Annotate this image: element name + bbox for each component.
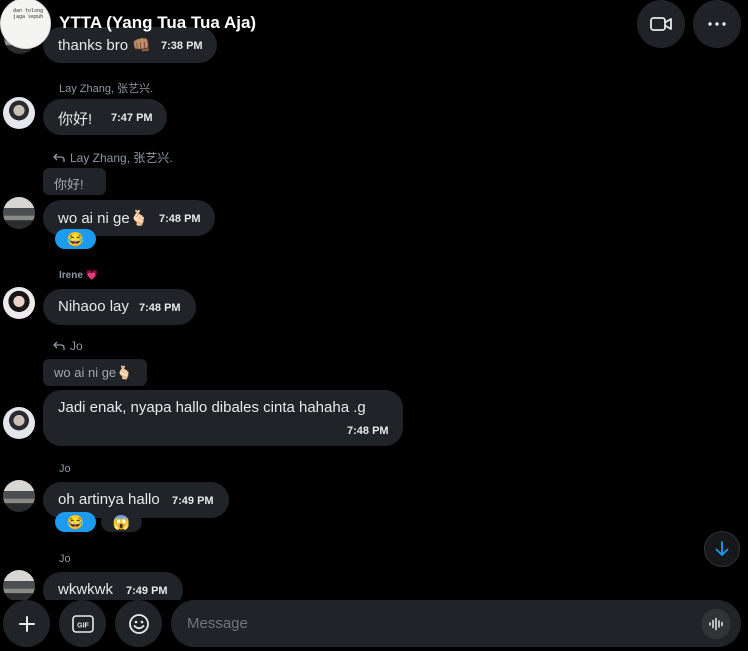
message-text: wo ai ni ge🫰🏻 [58,210,149,227]
message-bubble[interactable]: 你好! 7:47 PM [43,99,167,135]
reply-indicator: Lay Zhang, 张艺兴. [53,149,173,166]
message-time: 7:48 PM [159,213,201,225]
sender-name: Irene 💗 [59,270,99,281]
avatar[interactable] [3,287,35,319]
reply-arrow-icon [53,153,65,163]
message-bubble[interactable]: wkwkwk 7:49 PM [43,572,183,600]
reaction-badge[interactable]: 😂 [55,229,96,249]
reply-to-name: Lay Zhang, 张艺兴. [70,151,173,165]
message-bubble[interactable]: Jadi enak, nyapa hallo dibales cinta hah… [43,390,403,446]
video-call-button[interactable] [637,0,685,48]
message-time: 7:49 PM [126,585,168,597]
arrow-down-icon [715,541,729,557]
message-text: wkwkwk [58,581,113,598]
quoted-message[interactable]: 你好! [43,168,106,195]
plus-icon [18,615,36,633]
message-text: oh artinya hallo [58,491,160,508]
voice-waveform-icon [709,617,723,631]
emoji-icon [128,613,150,635]
sender-name: Jo [59,463,71,475]
avatar[interactable] [3,197,35,229]
reply-indicator: Jo [53,339,83,353]
emoji-button[interactable] [115,600,162,647]
message-text: 你好! [58,111,93,128]
message-text: Nihaoo lay [58,298,129,315]
message-time: 7:48 PM [139,302,181,314]
message-input[interactable] [187,600,687,647]
avatar[interactable] [3,480,35,512]
sender-name: Lay Zhang, 张艺兴. [59,83,154,95]
laughing-emoji: 😂 [66,230,85,247]
screaming-emoji: 😱 [112,513,131,530]
voice-message-button[interactable] [701,609,731,639]
sender-name: Jo [59,553,71,565]
conversation-header: dan tolong jaga sepuh YTTA (Yang Tua Tua… [0,0,748,50]
message-feed[interactable]: thanks bro 👊🏽 7:38 PM Lay Zhang, 张艺兴. 你好… [0,0,748,600]
avatar[interactable] [3,407,35,439]
message-composer: GIF [0,600,748,651]
scroll-to-bottom-button[interactable] [704,531,740,567]
group-title[interactable]: YTTA (Yang Tua Tua Aja) [59,13,256,33]
reaction-badge[interactable]: 😱 [101,512,142,532]
reply-to-name: Jo [70,339,83,353]
avatar[interactable] [3,570,35,600]
message-text: Jadi enak, nyapa hallo dibales cinta hah… [58,399,366,416]
gif-icon: GIF [71,614,94,633]
message-time: 7:49 PM [172,495,214,507]
gif-label: GIF [77,622,89,629]
more-horizontal-icon [708,22,726,26]
message-time: 7:47 PM [111,112,153,124]
video-camera-icon [650,16,672,32]
reaction-badge[interactable]: 😂 [55,512,96,532]
more-options-button[interactable] [693,0,741,48]
message-bubble[interactable]: Nihaoo lay 7:48 PM [43,289,196,325]
reply-arrow-icon [53,341,65,351]
avatar[interactable] [3,97,35,129]
group-avatar[interactable]: dan tolong jaga sepuh [0,0,51,49]
message-time: 7:48 PM [347,425,389,437]
gif-button[interactable]: GIF [59,600,106,647]
group-avatar-text: dan tolong jaga sepuh [13,8,44,20]
laughing-emoji: 😂 [66,513,85,530]
quoted-message[interactable]: wo ai ni ge🫰🏻 [43,359,147,386]
message-input-container[interactable] [171,600,741,647]
add-attachment-button[interactable] [3,600,50,647]
